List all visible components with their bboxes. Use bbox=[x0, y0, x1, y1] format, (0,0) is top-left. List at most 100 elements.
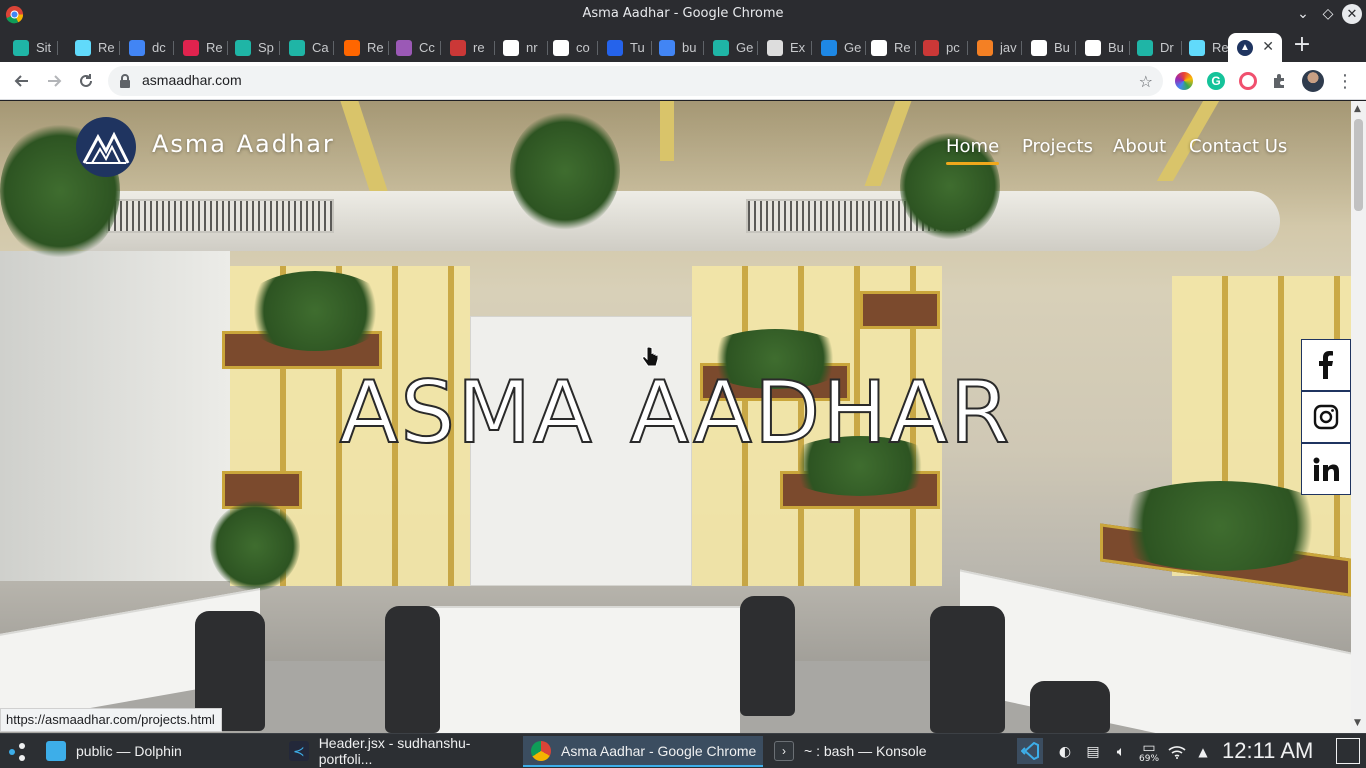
tab-label: Re bbox=[894, 40, 911, 55]
battery-percent: 69% bbox=[1139, 753, 1160, 764]
ceiling-beam bbox=[340, 101, 388, 191]
gear-blue-icon bbox=[821, 39, 837, 56]
potted-plant bbox=[210, 501, 300, 591]
tab-12[interactable]: bu bbox=[650, 33, 704, 62]
ycombinator-icon bbox=[344, 39, 360, 56]
tab-21[interactable]: Dr bbox=[1128, 33, 1182, 62]
scroll-down-arrow-icon[interactable]: ▼ bbox=[1354, 718, 1361, 728]
reload-icon[interactable] bbox=[75, 70, 97, 92]
tab-label: nr bbox=[526, 40, 538, 55]
page-hero: Asma Aadhar Home Projects About Contact … bbox=[0, 101, 1351, 733]
tab-20[interactable]: Bu bbox=[1076, 33, 1130, 62]
tab-6[interactable]: Re bbox=[335, 33, 389, 62]
office-chair bbox=[740, 596, 795, 716]
tab-5[interactable]: Ca bbox=[280, 33, 334, 62]
tab-label: Sp bbox=[258, 40, 274, 55]
address-url[interactable]: asmaadhar.com bbox=[142, 72, 242, 88]
taskbar: public — Dolphin ≺ Header.jsx - sudhansh… bbox=[0, 733, 1366, 768]
tab-7[interactable]: Cc bbox=[387, 33, 441, 62]
menu-kebab-icon[interactable]: ⋮ bbox=[1334, 70, 1356, 92]
ceiling-beam bbox=[660, 101, 674, 161]
volume-icon[interactable]: 🔈︎ bbox=[1111, 742, 1131, 762]
tab-8[interactable]: re bbox=[441, 33, 495, 62]
github-icon bbox=[871, 39, 887, 56]
clock[interactable]: 12:11 AM bbox=[1222, 738, 1313, 764]
new-tab-plus-icon[interactable]: + bbox=[1290, 34, 1314, 58]
nav-about[interactable]: About bbox=[1113, 136, 1166, 157]
tab-3[interactable]: Re bbox=[174, 33, 228, 62]
nav-contact-us[interactable]: Contact Us bbox=[1189, 136, 1287, 157]
battery-icon[interactable]: ▭ 69% bbox=[1139, 741, 1160, 764]
task-label: public — Dolphin bbox=[76, 742, 182, 759]
redux-saga-icon bbox=[183, 39, 199, 56]
task-dolphin[interactable]: public — Dolphin bbox=[38, 736, 278, 767]
tab-13[interactable]: Ge bbox=[704, 33, 758, 62]
tab-18[interactable]: jav bbox=[968, 33, 1022, 62]
clipboard-icon[interactable]: ▤ bbox=[1083, 742, 1103, 762]
site-name[interactable]: Asma Aadhar bbox=[152, 130, 335, 158]
tab-label: Bu bbox=[1054, 40, 1070, 55]
instagram-icon bbox=[1313, 404, 1339, 430]
tab-strip: Sit Re dc Re Sp Ca Re Cc re nr co Tu bu Ge Ex Ge Re pc jav… bbox=[0, 29, 1366, 62]
tab-label: jav bbox=[1000, 40, 1017, 55]
tab-10[interactable]: co bbox=[544, 33, 598, 62]
tab-active-asma-aadhar[interactable]: ▲ ✕ bbox=[1228, 33, 1282, 62]
instagram-link[interactable] bbox=[1301, 391, 1351, 443]
teal-leaf-icon bbox=[235, 39, 251, 56]
tab-19[interactable]: Bu bbox=[1022, 33, 1076, 62]
tab-9[interactable]: nr bbox=[494, 33, 548, 62]
facebook-link[interactable] bbox=[1301, 339, 1351, 391]
tab-label: Ge bbox=[736, 40, 754, 55]
site-logo[interactable] bbox=[76, 117, 136, 177]
hero-word: AADHAR bbox=[629, 362, 1012, 464]
tab-15[interactable]: Ge bbox=[812, 33, 866, 62]
task-chrome[interactable]: Asma Aadhar - Google Chrome bbox=[523, 736, 763, 767]
scrollbar-thumb[interactable] bbox=[1354, 119, 1363, 211]
scroll-up-arrow-icon[interactable]: ▲ bbox=[1354, 104, 1361, 114]
lock-icon[interactable] bbox=[118, 73, 132, 89]
task-konsole[interactable]: › ~ : bash — Konsole bbox=[766, 736, 1006, 767]
tab-1[interactable]: Re bbox=[66, 33, 120, 62]
linkedin-link[interactable] bbox=[1301, 443, 1351, 495]
maximize-diamond-icon[interactable]: ◇ bbox=[1318, 4, 1338, 24]
wifi-icon[interactable] bbox=[1167, 742, 1187, 762]
task-vscode[interactable]: ≺ Header.jsx - sudhanshu-portfoli... bbox=[281, 735, 521, 767]
tab-0[interactable]: Sit bbox=[4, 33, 58, 62]
nav-projects[interactable]: Projects bbox=[1022, 136, 1093, 157]
extensions-puzzle-icon[interactable] bbox=[1271, 72, 1289, 90]
network-manager-icon[interactable]: ◐ bbox=[1055, 742, 1075, 762]
nav-home[interactable]: Home bbox=[946, 136, 1000, 165]
tab-4[interactable]: Sp bbox=[226, 33, 280, 62]
bookmark-star-icon[interactable]: ☆ bbox=[1139, 72, 1153, 91]
minimize-chevron-icon[interactable]: ⌄ bbox=[1293, 4, 1313, 24]
address-bar[interactable]: asmaadhar.com ☆ bbox=[108, 66, 1163, 96]
linkedin-icon bbox=[1313, 457, 1339, 481]
tab-2[interactable]: dc bbox=[120, 33, 174, 62]
page-scrollbar[interactable]: ▲ ▼ bbox=[1351, 101, 1366, 733]
vscode-tray-icon[interactable] bbox=[1017, 738, 1043, 764]
react-icon bbox=[1189, 39, 1205, 56]
color-picker-extension-icon[interactable] bbox=[1175, 72, 1193, 90]
forward-arrow-icon[interactable] bbox=[43, 70, 65, 92]
profile-avatar[interactable] bbox=[1302, 70, 1324, 92]
window-title-bar: Asma Aadhar - Google Chrome ⌄ ◇ ✕ bbox=[0, 0, 1366, 29]
close-window-icon[interactable]: ✕ bbox=[1342, 4, 1362, 24]
grammarly-extension-icon[interactable]: G bbox=[1207, 72, 1225, 90]
github-icon bbox=[553, 39, 569, 56]
npm-icon bbox=[923, 39, 939, 56]
lastpass-extension-icon[interactable] bbox=[1239, 72, 1257, 90]
tab-label: dc bbox=[152, 40, 166, 55]
tab-17[interactable]: pc bbox=[914, 33, 968, 62]
close-tab-icon[interactable]: ✕ bbox=[1262, 39, 1274, 55]
tab-14[interactable]: Ex bbox=[758, 33, 812, 62]
tab-16[interactable]: Re bbox=[862, 33, 916, 62]
back-arrow-icon[interactable] bbox=[11, 70, 33, 92]
vscode-icon: ≺ bbox=[289, 740, 309, 761]
tab-22[interactable]: Re bbox=[1180, 33, 1234, 62]
show-desktop-icon[interactable] bbox=[1336, 738, 1360, 764]
tray-expand-arrow-icon[interactable]: ▲ bbox=[1193, 742, 1213, 762]
app-launcher-icon[interactable] bbox=[6, 740, 30, 764]
hand-cursor-icon bbox=[642, 347, 658, 367]
planter-box bbox=[860, 291, 940, 329]
tab-11[interactable]: Tu bbox=[598, 33, 652, 62]
